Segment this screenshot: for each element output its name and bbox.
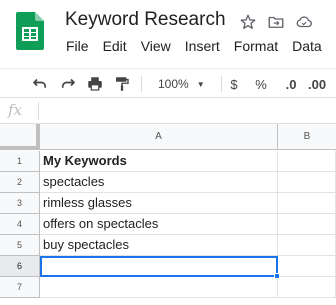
row-header-2[interactable]: 2 (0, 172, 40, 193)
cell-a5[interactable]: buy spectacles (40, 235, 278, 256)
row-header-7[interactable]: 7 (0, 277, 40, 298)
google-sheets-icon[interactable] (16, 12, 44, 50)
cell-a2[interactable]: spectacles (40, 172, 278, 193)
menu-view[interactable]: View (141, 38, 171, 54)
decrease-decimal-label: .0 (285, 76, 297, 92)
header: Keyword Research File Edit View Insert F… (0, 0, 336, 68)
document-title[interactable]: Keyword Research (65, 9, 226, 31)
cloud-status-icon[interactable] (294, 12, 314, 32)
cell-b4[interactable] (278, 214, 336, 235)
percent-format-button[interactable]: % (252, 73, 270, 95)
menu-format[interactable]: Format (234, 38, 278, 54)
title-icons (238, 12, 314, 32)
row-header-5[interactable]: 5 (0, 235, 40, 256)
cell-b1[interactable] (278, 151, 336, 172)
cell-a7[interactable] (40, 277, 278, 298)
column-header-a[interactable]: A (40, 124, 278, 150)
sheet-grid: A B 1 2 3 4 5 6 7 My Keywords spectacles… (0, 124, 336, 305)
chevron-down-icon: ▼ (196, 79, 205, 89)
cell-b2[interactable] (278, 172, 336, 193)
fx-label: fx (8, 101, 23, 119)
fill-handle[interactable] (274, 273, 280, 279)
menu-bar: File Edit View Insert Format Data (66, 38, 336, 54)
select-all-corner[interactable] (0, 124, 40, 150)
increase-decimal-label: .00 (308, 76, 327, 92)
increase-decimal-button[interactable]: .00 (308, 73, 336, 95)
cell-b5[interactable] (278, 235, 336, 256)
formula-separator (38, 102, 39, 120)
cell-b6[interactable] (278, 256, 336, 277)
zoom-select[interactable]: 100% ▼ (152, 73, 216, 95)
decrease-decimal-button[interactable]: .0 (280, 73, 302, 95)
toolbar-separator (141, 76, 142, 92)
redo-icon[interactable] (58, 73, 78, 95)
column-header-b[interactable]: B (278, 124, 336, 150)
toolbar-separator (221, 76, 222, 92)
menu-file[interactable]: File (66, 38, 89, 54)
zoom-value: 100% (158, 77, 189, 91)
cell-a3[interactable]: rimless glasses (40, 193, 278, 214)
currency-format-button[interactable]: $ (226, 73, 242, 95)
row-header-4[interactable]: 4 (0, 214, 40, 235)
cell-a6[interactable] (40, 256, 278, 277)
print-icon[interactable] (84, 73, 106, 95)
cell-b3[interactable] (278, 193, 336, 214)
row-header-3[interactable]: 3 (0, 193, 40, 214)
move-to-folder-icon[interactable] (266, 12, 286, 32)
toolbar: 100% ▼ $ % .0 .00 (0, 68, 336, 98)
row-header-1[interactable]: 1 (0, 151, 40, 172)
menu-edit[interactable]: Edit (103, 38, 127, 54)
menu-insert[interactable]: Insert (185, 38, 220, 54)
cell-a1[interactable]: My Keywords (40, 151, 278, 172)
star-icon[interactable] (238, 12, 258, 32)
menu-data[interactable]: Data (292, 38, 322, 54)
row-header-6[interactable]: 6 (0, 256, 40, 277)
paint-format-icon[interactable] (112, 73, 132, 95)
cell-b7[interactable] (278, 277, 336, 298)
undo-icon[interactable] (30, 73, 50, 95)
cell-a4[interactable]: offers on spectacles (40, 214, 278, 235)
formula-bar: fx (0, 98, 336, 124)
